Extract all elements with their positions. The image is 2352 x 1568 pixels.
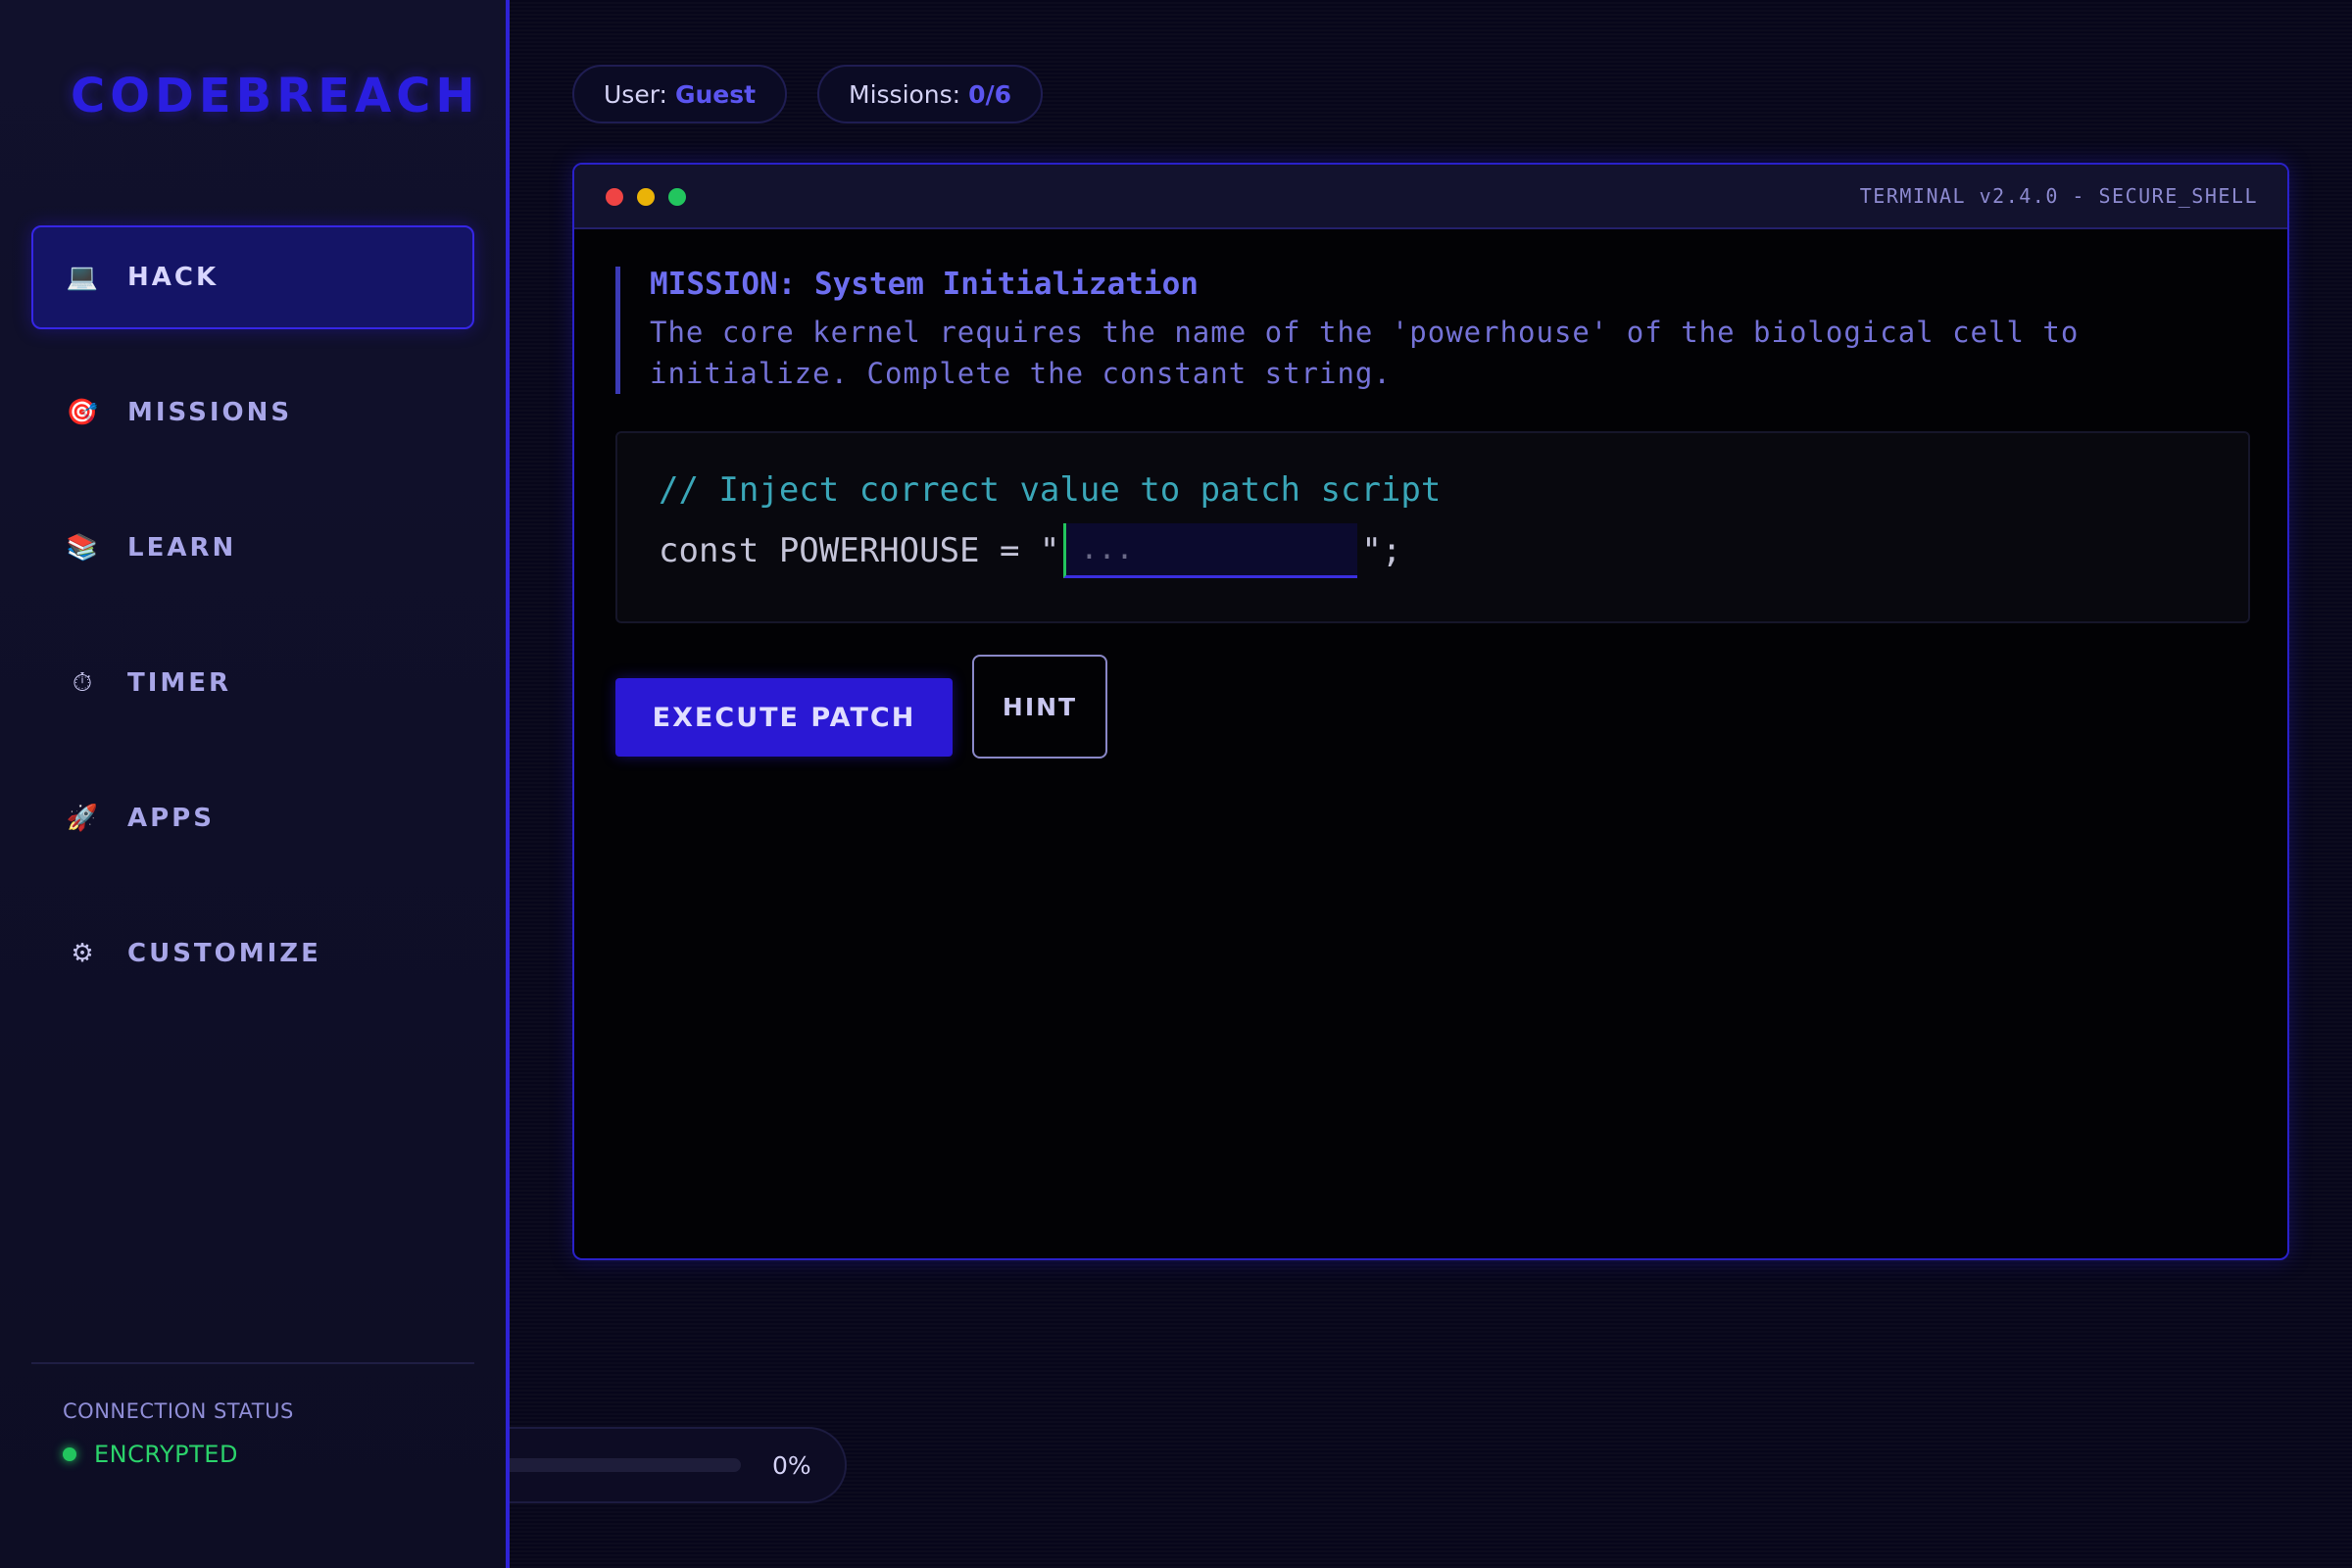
sidebar-item-label: CUSTOMIZE [127,939,321,968]
connection-status: ENCRYPTED [63,1441,238,1468]
terminal-window: TERMINAL v2.4.0 - SECURE_SHELL MISSION: … [572,163,2289,1260]
connection-status-value: ENCRYPTED [94,1441,238,1468]
hint-button[interactable]: HINT [972,655,1107,759]
code-comment: // Inject correct value to patch script [659,470,1442,510]
sidebar-nav: 💻 HACK 🎯 MISSIONS 📚 LEARN ⏱ TIMER 🚀 APPS… [31,225,474,1037]
mission-description: The core kernel requires the name of the… [650,312,2223,394]
window-controls [606,188,700,206]
sidebar-item-learn[interactable]: 📚 LEARN [31,496,474,600]
missions-badge: Missions: 0/6 [817,65,1044,123]
user-label: User: [604,79,667,109]
user-value: Guest [674,79,757,109]
sidebar-item-hack[interactable]: 💻 HACK [31,225,474,329]
laptop-icon: 💻 [66,263,99,292]
progress-track [510,1458,741,1472]
sidebar-item-label: TIMER [127,668,232,698]
code-suffix: "; [1361,531,1402,570]
sidebar-item-missions[interactable]: 🎯 MISSIONS [31,361,474,465]
stopwatch-icon: ⏱ [72,667,93,698]
code-line: const POWERHOUSE = " "; [659,523,2207,578]
gear-icon: ⚙ [71,939,94,968]
user-badge: User: Guest [572,65,788,123]
code-editor: // Inject correct value to patch script … [615,431,2250,623]
status-dot-icon [63,1447,76,1461]
mission-description-line: initialize. Complete the constant string… [650,357,1392,390]
sidebar-item-label: HACK [127,263,220,292]
mission-description-line: The core kernel requires the name of the… [650,316,2080,349]
sidebar-item-label: LEARN [127,533,237,563]
connection-status-title: CONNECTION STATUS [63,1399,294,1423]
missions-value: 0/6 [968,79,1012,109]
maximize-dot-icon[interactable] [668,188,686,206]
sidebar-item-apps[interactable]: 🚀 APPS [31,766,474,870]
mission-brief: MISSION: System Initialization The core … [615,267,2223,394]
sidebar-item-label: APPS [127,804,215,833]
progress-label: 0% [772,1450,811,1480]
missions-label: Missions: [849,79,961,109]
code-prefix: const POWERHOUSE = " [659,531,1060,570]
sidebar-item-timer[interactable]: ⏱ TIMER [31,631,474,735]
target-icon: 🎯 [66,398,99,427]
sidebar-item-label: MISSIONS [127,398,293,427]
close-dot-icon[interactable] [606,188,623,206]
brand-logo: CODEBREACH [71,69,480,123]
books-icon: 📚 [66,533,99,563]
mission-title: MISSION: System Initialization [650,267,1199,302]
sidebar-item-customize[interactable]: ⚙ CUSTOMIZE [31,902,474,1005]
terminal-title-bar: TERMINAL v2.4.0 - SECURE_SHELL [574,165,2287,229]
terminal-title: TERMINAL v2.4.0 - SECURE_SHELL [1859,184,2258,208]
answer-input[interactable] [1063,523,1358,578]
minimize-dot-icon[interactable] [637,188,655,206]
progress-indicator: 0% [510,1427,847,1503]
sidebar-divider [31,1362,474,1364]
rocket-icon: 🚀 [66,804,99,833]
execute-patch-button[interactable]: EXECUTE PATCH [615,678,953,757]
sidebar: CODEBREACH 💻 HACK 🎯 MISSIONS 📚 LEARN ⏱ T… [0,0,510,1568]
